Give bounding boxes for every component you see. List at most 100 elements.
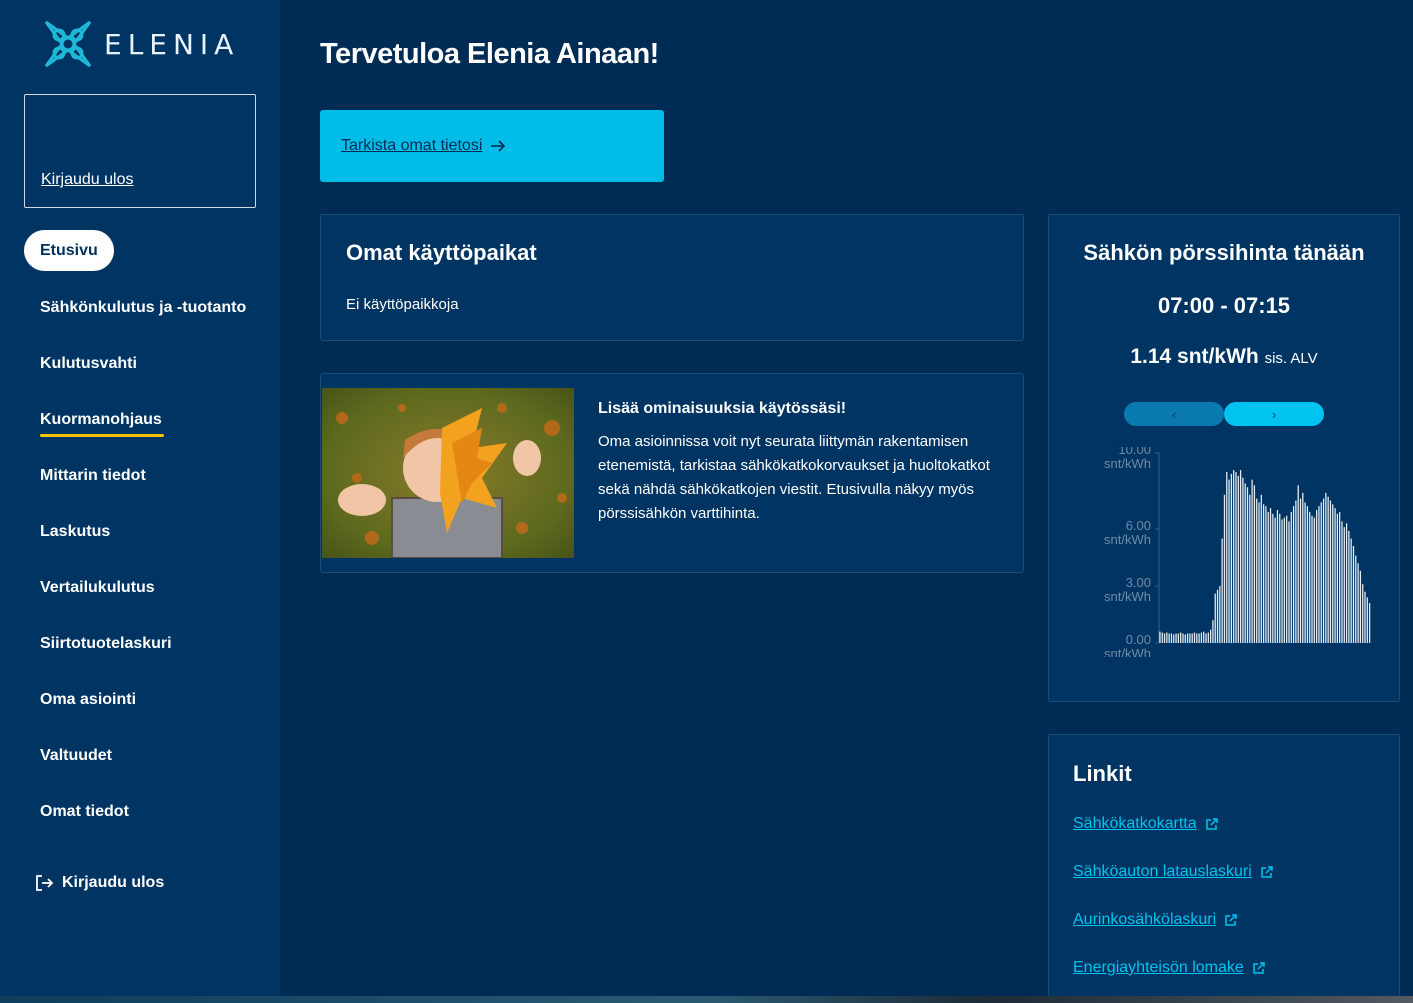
sidebar-item-siirtotuotelaskuri[interactable]: Siirtotuotelaskuri <box>24 622 264 678</box>
locations-empty-text: Ei käyttöpaikkoja <box>346 296 459 313</box>
price-bar <box>1341 521 1343 643</box>
price-bar <box>1168 633 1170 643</box>
y-tick-label: 6.00 <box>1126 518 1151 533</box>
price-bar <box>1223 494 1226 643</box>
logout-label: Kirjaudu ulos <box>62 874 165 891</box>
sidebar-item-kulutusvahti[interactable]: Kulutusvahti <box>24 342 264 398</box>
promo-text: Oma asioinnissa voit nyt seurata liittym… <box>598 433 990 522</box>
logout-button[interactable]: Kirjaudu ulos <box>34 873 164 893</box>
price-bar <box>1274 517 1276 643</box>
price-bar <box>1237 475 1239 643</box>
x-tick-label: 04 <box>1186 655 1200 657</box>
price-bar <box>1256 498 1258 643</box>
price-bar <box>1170 633 1173 643</box>
price-bar <box>1283 517 1286 643</box>
sidebar-item-sahkonkulutus[interactable]: Sähkönkulutus ja -tuotanto <box>24 286 264 342</box>
sidebar-item-valtuudet[interactable]: Valtuudet <box>24 734 264 790</box>
check-info-button[interactable]: Tarkista omat tietosi <box>320 110 664 182</box>
elenia-logo[interactable]: ELENIA <box>42 18 239 70</box>
price-bar <box>1161 632 1163 643</box>
x-tick-label: 09 <box>1230 655 1244 657</box>
price-time: 07:00 - 07:15 <box>1157 293 1291 318</box>
sidebar-item-mittarin-tiedot[interactable]: Mittarin tiedot <box>24 454 264 510</box>
price-bar <box>1180 632 1182 643</box>
price-bar <box>1235 472 1237 643</box>
price-bar <box>1290 511 1292 643</box>
link-sahkoauton-latauslaskuri[interactable]: Sähköauton latauslaskuri <box>1073 863 1274 881</box>
price-bar <box>1355 555 1357 643</box>
elenia-logo-icon <box>44 20 92 68</box>
price-bar <box>1209 629 1212 643</box>
price-bar <box>1352 546 1355 643</box>
external-link-icon <box>1253 962 1265 974</box>
price-bar <box>1315 510 1318 643</box>
check-info-label: Tarkista omat tietosi <box>341 137 483 154</box>
price-bar <box>1186 633 1189 643</box>
price-bar <box>1299 498 1302 643</box>
locations-card: Omat käyttöpaikat Ei käyttöpaikkoja <box>320 214 1024 341</box>
price-vat-note: sis. ALV <box>1264 350 1318 367</box>
sidebar: ELENIA Kirjaudu ulos Etusivu Sähkönkulut… <box>0 0 280 1003</box>
price-bar <box>1336 513 1339 643</box>
price-chart: 10.00snt/kWh6.00snt/kWh3.00snt/kWh0.00sn… <box>1104 447 1377 657</box>
price-bar <box>1200 632 1203 643</box>
link-energiayhteison-lomake[interactable]: Energiayhteisön lomake <box>1073 959 1266 977</box>
previous-button[interactable]: ‹ <box>1124 402 1224 426</box>
price-bar <box>1163 633 1166 643</box>
sidebar-item-kuormanohjaus[interactable]: Kuormanohjaus <box>24 398 264 454</box>
x-tick-label: 22 <box>1340 655 1354 657</box>
x-tick-label: 00 <box>1362 655 1376 657</box>
promo-card: Lisää ominaisuuksia käytössäsi! Oma asio… <box>320 373 1024 573</box>
promo-image <box>322 388 574 558</box>
price-bar <box>1348 530 1350 643</box>
price-bar <box>1325 492 1327 643</box>
price-bar <box>1159 631 1161 643</box>
price-bar <box>1279 513 1281 643</box>
price-bar <box>1249 494 1251 643</box>
price-bar <box>1364 591 1366 643</box>
price-bar <box>1318 506 1320 643</box>
price-bar <box>1295 500 1297 643</box>
sidebar-item-laskutus[interactable]: Laskutus <box>24 510 264 566</box>
sidebar-item-omat-tiedot[interactable]: Omat tiedot <box>24 790 264 846</box>
price-bar <box>1230 473 1233 643</box>
sidebar-item-vertailukulutus[interactable]: Vertailukulutus <box>24 566 264 622</box>
price-bar <box>1182 633 1184 643</box>
sidebar-item-oma-asiointi[interactable]: Oma asiointi <box>24 678 264 734</box>
locations-title: Omat käyttöpaikat <box>346 240 537 265</box>
x-tick-label: 07 <box>1208 655 1222 657</box>
price-bar <box>1350 538 1352 643</box>
arrow-right-icon <box>491 140 506 152</box>
price-bar <box>1175 633 1177 643</box>
link-sahkokatkokartta[interactable]: Sähkökatkokartta <box>1073 815 1219 833</box>
link-label: Aurinkosähkölaskuri <box>1073 911 1217 928</box>
price-amount: 1.14 snt/kWh <box>1130 345 1259 368</box>
price-bar <box>1339 511 1341 643</box>
y-tick-unit: snt/kWh <box>1104 646 1151 657</box>
link-label: Energiayhteisön lomake <box>1073 959 1244 976</box>
price-bar <box>1258 502 1260 643</box>
price-bar <box>1212 620 1214 643</box>
x-tick-label: 19 <box>1318 655 1332 657</box>
price-bar <box>1327 496 1329 643</box>
price-bar <box>1239 470 1242 643</box>
x-tick-label: 14 <box>1274 655 1288 657</box>
link-aurinkosahkolaskuri[interactable]: Aurinkosähkölaskuri <box>1073 911 1238 929</box>
x-tick-label: 12 <box>1252 655 1266 657</box>
y-tick-unit: snt/kWh <box>1104 456 1151 471</box>
price-bar <box>1253 485 1256 643</box>
next-button[interactable]: › <box>1224 402 1324 426</box>
price-title: Sähkön pörssihinta tänään <box>1083 240 1365 265</box>
price-bar <box>1265 506 1267 643</box>
sidebar-item-etusivu[interactable]: Etusivu <box>24 230 114 271</box>
price-bar <box>1362 584 1364 643</box>
y-tick-unit: snt/kWh <box>1104 589 1151 604</box>
user-logout-link[interactable]: Kirjaudu ulos <box>41 171 134 189</box>
price-bar <box>1357 563 1359 643</box>
price-bar <box>1203 631 1205 643</box>
price-bar <box>1196 633 1198 643</box>
promo-title: Lisää ominaisuuksia käytössäsi! <box>598 400 847 417</box>
x-tick-label: 02 <box>1164 655 1178 657</box>
external-link-icon <box>1205 818 1218 830</box>
brand-name: ELENIA <box>104 27 240 61</box>
